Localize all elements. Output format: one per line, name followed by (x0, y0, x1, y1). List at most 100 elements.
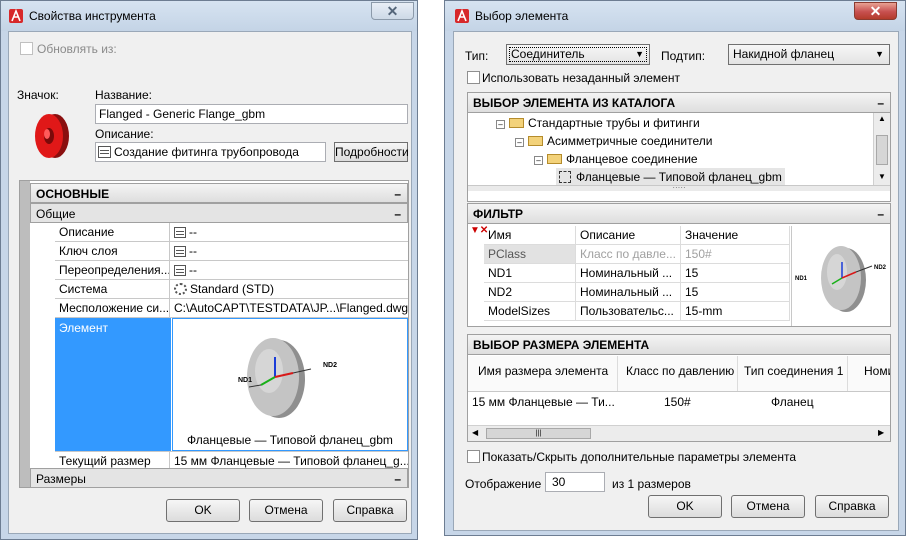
element-row[interactable]: Элемент ND1 ND2 Фланцевые — Типовой флан… (55, 318, 408, 452)
close-button[interactable]: ✕ (854, 2, 897, 20)
flange-tool-icon[interactable] (31, 112, 73, 160)
list-icon (174, 265, 186, 276)
tree-item[interactable]: – Фланцевое соединение (534, 150, 698, 168)
display-count-input[interactable]: 30 (545, 472, 605, 492)
property-name: Ключ слоя (55, 242, 170, 260)
property-row[interactable]: Система Standard (STD) (55, 280, 408, 299)
name-label: Название: (95, 88, 152, 102)
tree-item[interactable]: – Стандартные трубы и фитинги (496, 114, 700, 132)
help-button[interactable]: Справка (815, 495, 889, 518)
show-hide-checkbox[interactable] (467, 450, 480, 463)
filter-header[interactable]: ФИЛЬТР – (467, 203, 891, 224)
filter-row-name[interactable]: ND1 (484, 264, 576, 283)
ok-button[interactable]: OK (166, 499, 240, 522)
flange-preview-image (247, 338, 312, 418)
property-row[interactable]: Описание -- (55, 223, 408, 242)
table-row[interactable]: 15 мм Фланцевые — Ти... 150# Фланец (468, 392, 890, 412)
ok-button[interactable]: OK (648, 495, 722, 518)
collapse-icon[interactable]: – (394, 469, 401, 489)
element-label: Элемент (59, 321, 108, 335)
collapse-icon[interactable]: – (496, 120, 505, 129)
column-header[interactable]: Имя размера элемента (468, 356, 618, 391)
filter-row-name[interactable]: ND2 (484, 283, 576, 302)
column-header[interactable]: Класс по давлению (618, 356, 738, 391)
type-select[interactable]: Соединитель ▼ (506, 44, 650, 65)
title-bar[interactable]: Свойства инструмента ✕ (1, 1, 417, 31)
use-unset-checkbox[interactable] (467, 71, 480, 84)
scroll-thumb[interactable]: ||| (486, 428, 591, 439)
tree-item-label: Стандартные трубы и фитинги (528, 116, 700, 130)
scroll-right-icon[interactable]: ▶ (878, 428, 884, 437)
icon-label: Значок: (17, 88, 59, 102)
section-sizes[interactable]: Размеры – (30, 468, 408, 488)
column-header[interactable]: Тип соединения 1 (738, 356, 848, 391)
filter-row-desc: Пользовательс... (576, 302, 681, 321)
property-value-cell: -- (171, 223, 408, 241)
size-class-cell: 150# (664, 395, 691, 409)
title-bar[interactable]: Выбор элемента ✕ (445, 1, 905, 31)
scroll-down-icon[interactable]: ▼ (874, 171, 890, 183)
collapse-icon[interactable]: – (394, 204, 401, 224)
collapse-icon[interactable]: – (515, 138, 524, 147)
collapse-icon[interactable]: – (394, 184, 401, 204)
update-from-checkbox[interactable] (20, 42, 33, 55)
folder-open-icon (509, 118, 524, 128)
fitting-icon (98, 146, 111, 158)
property-value: -- (189, 244, 197, 258)
element-label-cell: Элемент (55, 318, 171, 451)
subtype-select[interactable]: Накидной фланец ▼ (728, 44, 890, 65)
autocad-app-icon (9, 9, 23, 23)
details-button[interactable]: Подробности (334, 142, 409, 162)
column-header[interactable]: Описание (576, 226, 681, 245)
tree-item-selected[interactable]: Фланцевые — Типовой фланец_gbm (556, 168, 785, 186)
filter-row-name[interactable]: ModelSizes (484, 302, 576, 321)
filter-row-value[interactable]: 15-mm (681, 302, 790, 321)
collapse-icon[interactable]: – (877, 204, 884, 224)
filter-row-desc: Класс по давле... (576, 245, 681, 264)
column-header[interactable]: Номи (848, 356, 890, 391)
property-row[interactable]: Переопределения... -- (55, 261, 408, 280)
subsection-general[interactable]: Общие – (30, 203, 408, 223)
cancel-button[interactable]: Отмена (731, 495, 805, 518)
size-table-header: Имя размера элемента Класс по давлению Т… (468, 356, 890, 392)
column-header[interactable]: Имя (484, 226, 576, 245)
preview-nd1-label: ND1 (238, 377, 253, 384)
grid-scrollbar[interactable] (20, 181, 30, 487)
property-value: C:\AutoCAPT\TESTDATA\JP...\Flanged.dwg (174, 301, 408, 315)
collapse-icon[interactable]: – (534, 156, 543, 165)
splitter[interactable]: ····· (468, 184, 890, 192)
property-row[interactable]: Месположение си... C:\AutoCAPT\TESTDATA\… (55, 299, 408, 318)
chevron-down-icon: ▼ (875, 49, 884, 59)
element-preview[interactable]: ND1 ND2 Фланцевые — Типовой фланец_gbm (172, 318, 408, 451)
column-header[interactable]: Значение (681, 226, 790, 245)
horizontal-scrollbar[interactable]: ◀ ||| ▶ (468, 425, 890, 441)
scroll-up-icon[interactable]: ▲ (874, 113, 890, 125)
name-input[interactable]: Flanged - Generic Flange_gbm (95, 104, 408, 124)
description-label: Описание: (95, 127, 154, 141)
filter-row-desc: Номинальный ... (576, 283, 681, 302)
filter-row-value[interactable]: 15 (681, 283, 790, 302)
tree-item[interactable]: – Асимметричные соединители (515, 132, 712, 150)
collapse-icon[interactable]: – (877, 93, 884, 113)
flange-preview-image (821, 246, 873, 312)
catalog-header[interactable]: ВЫБОР ЭЛЕМЕНТА ИЗ КАТАЛОГА – (467, 92, 891, 113)
select-element-dialog: Выбор элемента ✕ Тип: Соединитель ▼ Подти… (444, 0, 906, 536)
show-hide-label: Показать/Скрыть дополнительные параметры… (482, 450, 797, 464)
close-button[interactable]: ✕ (371, 2, 414, 20)
section-sizes-label: Размеры (36, 472, 86, 486)
scroll-thumb[interactable] (876, 135, 888, 165)
filter-row-value[interactable]: 15 (681, 264, 790, 283)
size-header[interactable]: ВЫБОР РАЗМЕРА ЭЛЕМЕНТА (467, 334, 891, 355)
catalog-scrollbar[interactable]: ▲ ▼ (873, 113, 890, 185)
filter-row-value[interactable]: 150# (681, 245, 790, 264)
property-row[interactable]: Ключ слоя -- (55, 242, 408, 261)
description-input[interactable]: Создание фитинга трубопровода (95, 142, 326, 162)
filter-row-name[interactable]: PClass (484, 245, 576, 264)
help-button[interactable]: Справка (333, 499, 407, 522)
section-main[interactable]: ОСНОВНЫЕ – (30, 183, 408, 203)
scroll-left-icon[interactable]: ◀ (472, 428, 478, 437)
list-icon (174, 227, 186, 238)
filter-row-desc: Номинальный ... (576, 264, 681, 283)
catalog-panel: ВЫБОР ЭЛЕМЕНТА ИЗ КАТАЛОГА – – Стандартные… (467, 92, 891, 202)
cancel-button[interactable]: Отмена (249, 499, 323, 522)
